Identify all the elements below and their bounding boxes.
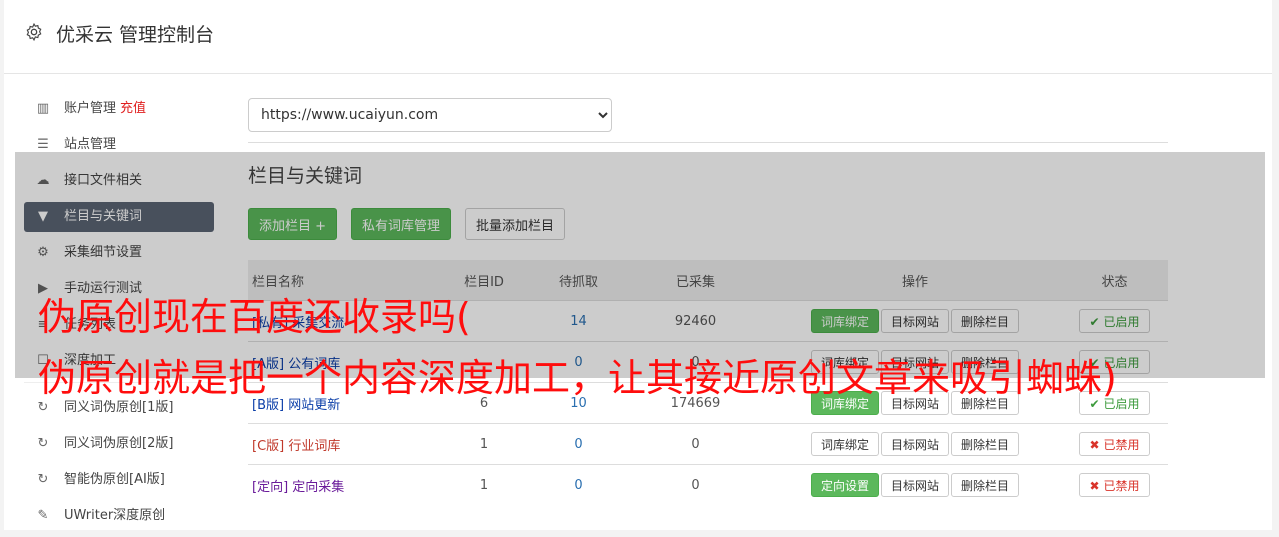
- table-row: [C版] 行业词库 1 0 0 词库绑定 目标网站 删除栏目 ✖ 已禁用: [248, 423, 1168, 465]
- sidebar-item[interactable]: ▥ 账户管理 充值: [24, 94, 214, 124]
- sidebar-item-label: 站点管理: [64, 137, 117, 152]
- recharge-link[interactable]: 充值: [120, 101, 146, 116]
- overlay-headline-line2: 伪原创就是把一个内容深度加工，让其接近原创文章来吸引蜘蛛): [38, 356, 1117, 400]
- gear-icon: [26, 22, 42, 42]
- column-name-link[interactable]: 定向采集: [292, 480, 344, 495]
- refresh-icon: ↻: [37, 472, 49, 487]
- sidebar-item-label: 同义词伪原创[1版]: [64, 400, 174, 415]
- table-row: [定向] 定向采集 1 0 0 定向设置 目标网站 删除栏目 ✖ 已禁用: [248, 464, 1168, 505]
- column-name-cell: [定向] 定向采集: [248, 464, 433, 505]
- bar-chart-icon: ▥: [36, 101, 50, 116]
- sidebar-item-label: UWriter深度原创: [64, 508, 166, 523]
- refresh-icon: ↻: [37, 400, 49, 415]
- status-cell: ✖ 已禁用: [1061, 423, 1168, 465]
- column-tag: [C版]: [252, 438, 285, 454]
- sidebar-item-label: 智能伪原创[AI版]: [64, 472, 165, 487]
- pending-cell: 0: [535, 423, 622, 465]
- actions-cell: 定向设置 目标网站 删除栏目: [769, 464, 1061, 505]
- status-label: 已禁用: [1103, 478, 1140, 493]
- collected-cell: 0: [622, 464, 769, 505]
- sidebar-item[interactable]: ✎ UWriter深度原创: [24, 501, 214, 531]
- sidebar-item[interactable]: ↻ 智能伪原创[AI版]: [24, 465, 214, 495]
- target-site-button[interactable]: 目标网站: [880, 432, 949, 456]
- sidebar-item-label: 账户管理: [64, 101, 117, 116]
- refresh-icon: ↻: [37, 436, 49, 451]
- sidebar-item[interactable]: ↻ 同义词伪原创[2版]: [24, 429, 214, 459]
- overlay-band: [15, 152, 1265, 378]
- status-cell: ✖ 已禁用: [1061, 464, 1168, 505]
- divider: [248, 142, 1168, 143]
- status-toggle-button[interactable]: ✖ 已禁用: [1078, 473, 1151, 497]
- top-header: 优采云 管理控制台: [4, 0, 1272, 74]
- actions-cell: 词库绑定 目标网站 删除栏目: [769, 423, 1061, 465]
- cross-icon: ✖: [1089, 478, 1100, 493]
- column-id-cell: 1: [433, 423, 535, 465]
- edit-icon: ✎: [37, 508, 49, 523]
- collected-cell: 0: [622, 423, 769, 465]
- site-select[interactable]: https://www.ucaiyun.com: [248, 98, 612, 132]
- sidebar-item-label: 同义词伪原创[2版]: [64, 436, 174, 451]
- server-icon: ☰: [37, 137, 49, 152]
- bind-library-button[interactable]: 定向设置: [810, 473, 879, 497]
- cross-icon: ✖: [1089, 437, 1100, 452]
- column-tag: [定向]: [252, 479, 289, 495]
- pending-cell: 0: [535, 464, 622, 505]
- delete-column-button[interactable]: 删除栏目: [951, 473, 1020, 497]
- overlay-headline-line1: 伪原创现在百度还收录吗(: [38, 295, 471, 339]
- column-name-link[interactable]: 行业词库: [288, 439, 340, 454]
- page-title: 优采云 管理控制台: [56, 24, 215, 46]
- delete-column-button[interactable]: 删除栏目: [951, 432, 1020, 456]
- target-site-button[interactable]: 目标网站: [880, 473, 949, 497]
- column-name-cell: [C版] 行业词库: [248, 423, 433, 465]
- status-label: 已禁用: [1103, 437, 1140, 452]
- bind-library-button[interactable]: 词库绑定: [810, 432, 879, 456]
- column-id-cell: 1: [433, 464, 535, 505]
- status-toggle-button[interactable]: ✖ 已禁用: [1078, 432, 1151, 456]
